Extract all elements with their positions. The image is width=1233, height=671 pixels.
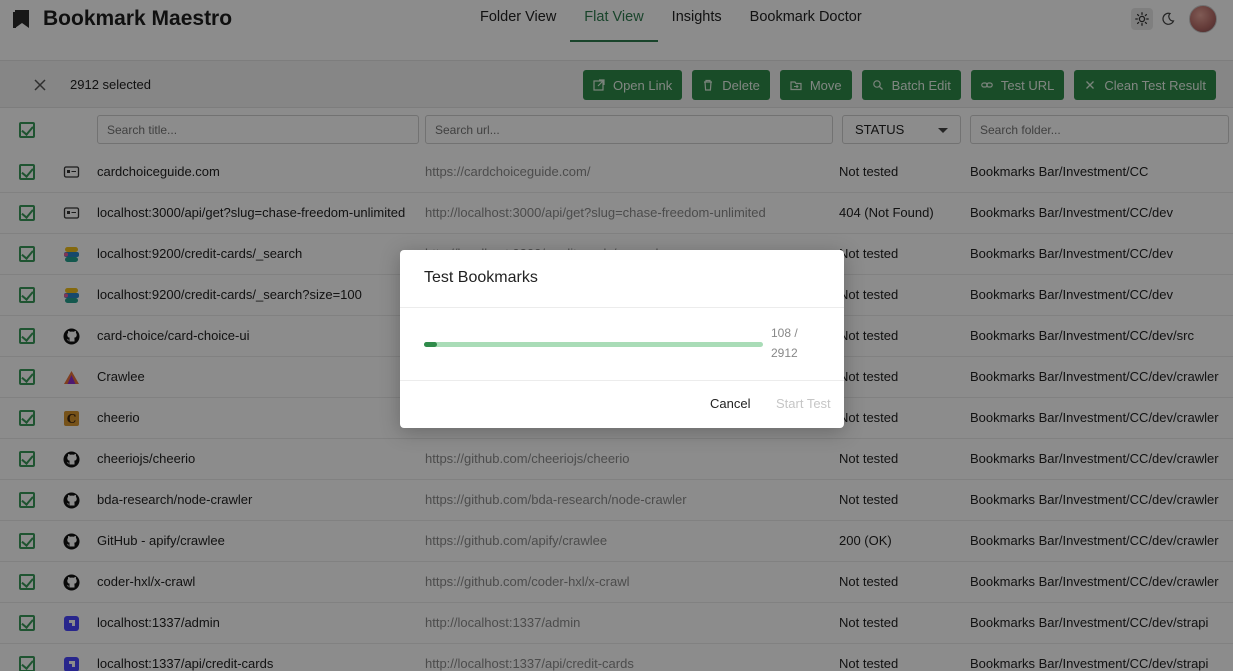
start-test-button[interactable]: Start Test [776, 396, 831, 411]
divider [400, 307, 844, 308]
progress-count: 108 / 2912 [771, 323, 811, 363]
test-progress-fill [424, 342, 437, 347]
test-bookmarks-dialog: Test Bookmarks 108 / 2912 Cancel Start T… [400, 250, 844, 428]
progress-current-text: 108 / [771, 326, 798, 340]
dialog-title: Test Bookmarks [424, 269, 538, 286]
test-progress-bar [424, 342, 763, 347]
progress-total-text: 2912 [771, 346, 798, 360]
cancel-button[interactable]: Cancel [710, 396, 750, 411]
divider [400, 380, 844, 381]
